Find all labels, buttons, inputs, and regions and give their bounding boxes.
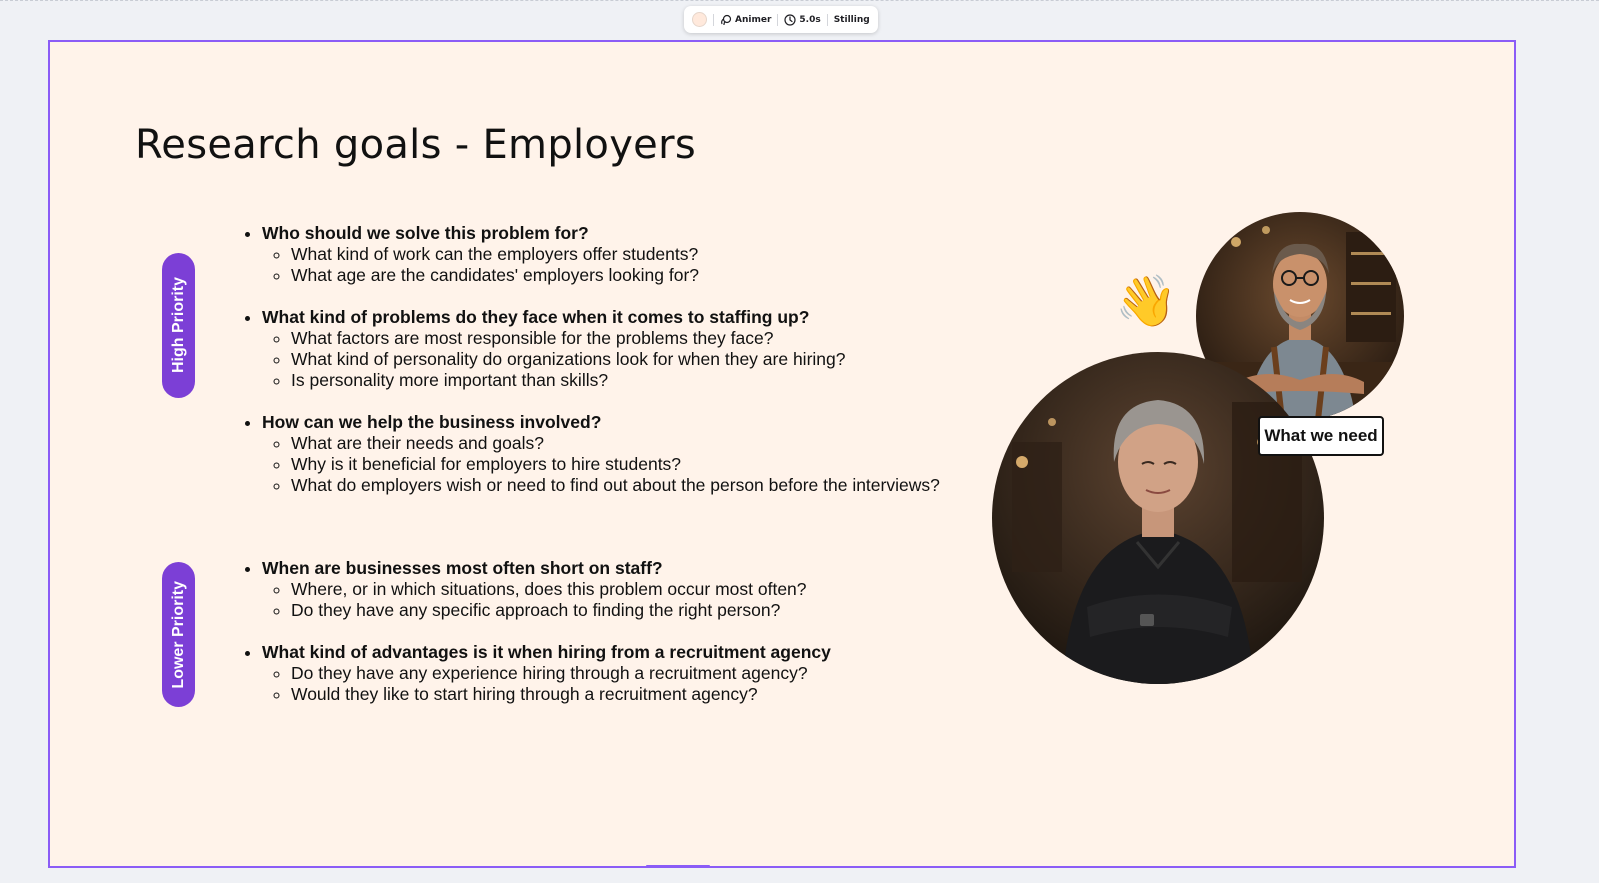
sub-question: Do they have any specific approach to fi…: [291, 600, 831, 621]
employer-photo-woman[interactable]: [992, 352, 1324, 684]
toolbar-divider: [777, 13, 779, 26]
question-heading: What kind of problems do they face when …: [262, 307, 810, 327]
sub-question: What do employers wish or need to find o…: [291, 475, 940, 496]
animate-label: Animer: [735, 14, 772, 25]
sub-question: What kind of personality do organization…: [291, 349, 940, 370]
sub-question: Is personality more important than skill…: [291, 370, 940, 391]
question-heading: When are businesses most often short on …: [262, 558, 663, 578]
sub-question: What are their needs and goals?: [291, 433, 940, 454]
lower-priority-label: Lower Priority: [169, 580, 187, 689]
sub-question: Where, or in which situations, does this…: [291, 579, 831, 600]
clock-icon: [784, 13, 796, 26]
toolbar-divider: [713, 13, 714, 26]
lower-priority-question-list[interactable]: When are businesses most often short on …: [243, 558, 831, 705]
slide-title[interactable]: Research goals - Employers: [135, 122, 696, 168]
canvas-top-rule: [0, 0, 1599, 2]
color-swatch-button[interactable]: [692, 12, 707, 27]
question-item: How can we help the business involved? W…: [262, 412, 940, 496]
animate-icon: [721, 14, 732, 25]
question-item: When are businesses most often short on …: [262, 558, 831, 621]
high-priority-pill[interactable]: High Priority: [162, 253, 195, 398]
question-item: Who should we solve this problem for? Wh…: [262, 223, 940, 286]
high-priority-label: High Priority: [169, 277, 187, 374]
question-heading: How can we help the business involved?: [262, 412, 602, 432]
duration-label: 5.0s: [799, 14, 821, 25]
what-we-need-label[interactable]: What we need: [1258, 416, 1384, 456]
element-toolbar: Animer 5.0s Stilling: [684, 6, 878, 33]
sub-question: Do they have any experience hiring throu…: [291, 663, 831, 684]
waving-hand-icon[interactable]: 👋: [1115, 276, 1177, 326]
question-item: What kind of problems do they face when …: [262, 307, 940, 391]
sub-question: What kind of work can the employers offe…: [291, 244, 940, 265]
sub-question: Why is it beneficial for employers to hi…: [291, 454, 940, 475]
question-heading: What kind of advantages is it when hirin…: [262, 642, 831, 662]
position-button[interactable]: Stilling: [834, 15, 870, 25]
position-label: Stilling: [833, 14, 870, 25]
slide-resize-handle[interactable]: [646, 865, 710, 867]
animate-button[interactable]: Animer: [720, 14, 771, 26]
high-priority-question-list[interactable]: Who should we solve this problem for? Wh…: [243, 223, 940, 496]
question-item: What kind of advantages is it when hirin…: [262, 642, 831, 705]
question-heading: Who should we solve this problem for?: [262, 223, 589, 243]
sub-question: Would they like to start hiring through …: [291, 684, 831, 705]
sub-question: What factors are most responsible for th…: [291, 328, 940, 349]
toolbar-divider: [826, 13, 828, 26]
sub-question: What age are the candidates' employers l…: [291, 265, 940, 286]
lower-priority-pill[interactable]: Lower Priority: [162, 562, 195, 707]
slide-canvas[interactable]: Research goals - Employers High Priority…: [48, 40, 1516, 868]
woman-portrait-image: [992, 352, 1324, 684]
duration-button[interactable]: 5.0s: [784, 13, 821, 26]
